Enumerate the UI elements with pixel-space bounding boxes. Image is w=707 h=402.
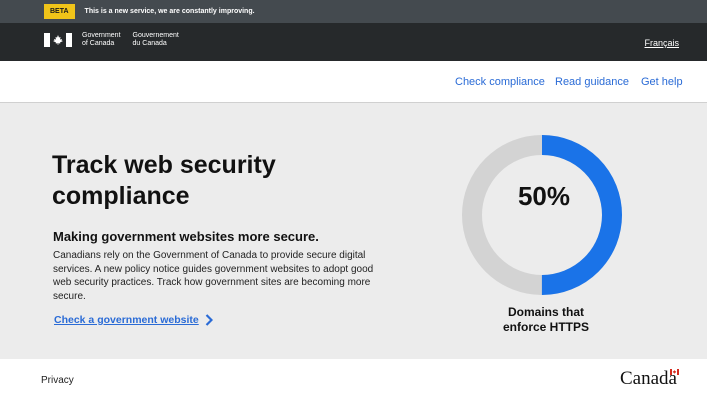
nav-get-help[interactable]: Get help [641, 76, 683, 88]
beta-badge: BETA [44, 4, 75, 19]
check-website-link-label[interactable]: Check a government website [54, 314, 199, 326]
hero-section: Track web security compliance Making gov… [0, 103, 707, 359]
nav-read-guidance[interactable]: Read guidance [555, 76, 629, 88]
https-donut-chart [462, 135, 622, 295]
canada-flag-icon [44, 33, 72, 47]
government-name-en: Government of Canada [82, 32, 121, 47]
hero-description: Canadians rely on the Government of Cana… [53, 250, 374, 302]
language-toggle-link[interactable]: Français [644, 38, 679, 48]
wordmark-flag-icon [669, 369, 679, 375]
donut-caption: Domains that enforce HTTPS [502, 305, 589, 334]
nav-check-compliance[interactable]: Check compliance [455, 76, 545, 88]
phase-message: This is a new service, we are constantly… [84, 8, 255, 15]
https-percent: 50% [517, 181, 571, 211]
page-title: Track web security compliance [52, 151, 276, 210]
main-nav: Check compliance Read guidance Get help [0, 61, 707, 103]
hero-subtitle: Making government websites more secure. [53, 229, 319, 244]
chevron-right-icon [205, 314, 213, 326]
privacy-link[interactable]: Privacy [41, 375, 74, 386]
site-header: Government of Canada Gouvernement du Can… [0, 23, 707, 61]
site-footer: Privacy Canada [0, 359, 707, 402]
canada-wordmark: Canada [620, 368, 679, 389]
check-website-link[interactable]: Check a government website [54, 314, 213, 326]
government-name-fr: Gouvernement du Canada [132, 32, 179, 47]
government-signature[interactable]: Government of Canada Gouvernement du Can… [44, 32, 179, 48]
phase-banner: BETA This is a new service, we are const… [0, 0, 707, 23]
